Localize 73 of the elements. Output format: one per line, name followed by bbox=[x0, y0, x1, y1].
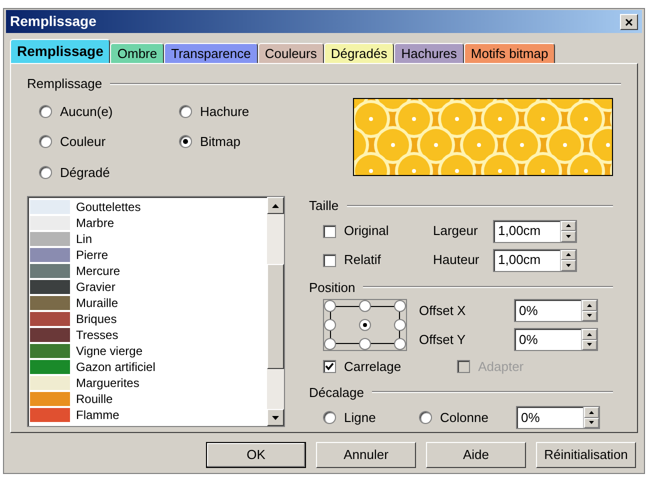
spin-down-icon[interactable] bbox=[582, 310, 597, 321]
group-title: Taille bbox=[309, 197, 339, 215]
list-item[interactable]: Muraille bbox=[30, 295, 267, 311]
spin-field[interactable]: 0% bbox=[514, 328, 598, 351]
list-item[interactable]: Vigne vierge bbox=[30, 343, 267, 359]
tab[interactable]: Dégradés bbox=[324, 43, 394, 63]
dialog-button[interactable]: Aide bbox=[426, 442, 526, 468]
list-item[interactable]: Marguerites bbox=[30, 375, 267, 391]
tab[interactable]: Couleurs bbox=[258, 43, 324, 63]
radio-option[interactable]: Couleur bbox=[39, 132, 179, 152]
list-item[interactable]: Tresses bbox=[30, 327, 267, 343]
tab[interactable]: Ombre bbox=[110, 43, 164, 63]
close-button[interactable]: × bbox=[620, 14, 638, 30]
list-item[interactable]: Mercure bbox=[30, 263, 267, 279]
list-item[interactable]: Gouttelettes bbox=[30, 199, 267, 215]
spin-down-icon[interactable] bbox=[561, 231, 576, 242]
checkbox-option[interactable]: Original bbox=[323, 221, 433, 241]
anchor-radio-icon[interactable] bbox=[324, 338, 336, 350]
field-label: Offset Y bbox=[419, 330, 466, 349]
spin-field[interactable]: 0% bbox=[516, 406, 600, 429]
radio-option[interactable]: Bitmap bbox=[179, 132, 299, 152]
tab[interactable]: Transparence bbox=[164, 43, 258, 63]
dialog-button[interactable]: OK bbox=[206, 442, 306, 468]
scroll-up-icon[interactable] bbox=[267, 197, 284, 214]
anchor-radio-icon[interactable] bbox=[324, 318, 336, 331]
list-item[interactable]: Gazon artificiel bbox=[30, 359, 267, 375]
group-title: Position bbox=[309, 278, 356, 296]
list-item[interactable]: Lin bbox=[30, 231, 267, 247]
spin-down-icon[interactable] bbox=[582, 340, 597, 350]
spin-up-icon[interactable] bbox=[561, 250, 576, 260]
list-item[interactable]: Pierre bbox=[30, 247, 267, 263]
field-label: Largeur bbox=[433, 222, 479, 240]
anchor-radio-icon[interactable] bbox=[358, 338, 371, 350]
spin-up-icon[interactable] bbox=[582, 300, 597, 310]
spin-up-icon[interactable] bbox=[561, 220, 576, 231]
anchor-radio-icon[interactable] bbox=[394, 338, 406, 350]
anchor-radio-icon[interactable] bbox=[358, 300, 371, 312]
list-item[interactable]: Marbre bbox=[30, 215, 267, 231]
checkbox-option[interactable]: Carrelage bbox=[323, 357, 402, 376]
tab[interactable]: Remplissage bbox=[10, 39, 110, 63]
list-item[interactable]: Flamme bbox=[30, 407, 267, 423]
field-label: Offset X bbox=[419, 302, 467, 320]
list-item[interactable]: Rouille bbox=[30, 391, 267, 407]
scroll-down-icon[interactable] bbox=[267, 409, 284, 426]
radio-option[interactable]: Ligne bbox=[323, 408, 419, 428]
spin-field[interactable]: 1,00cm bbox=[493, 248, 577, 272]
group-title: Décalage bbox=[309, 384, 364, 402]
scroll-thumb[interactable] bbox=[267, 264, 284, 369]
scrollbar[interactable] bbox=[267, 197, 284, 426]
radio-option[interactable]: Colonne bbox=[419, 408, 516, 428]
tab[interactable]: Motifs bitmap bbox=[464, 43, 556, 63]
anchor-radio-icon[interactable] bbox=[324, 300, 336, 312]
list-item[interactable]: Gravier bbox=[30, 279, 267, 295]
field-label: Hauteur bbox=[433, 251, 480, 270]
radio-option[interactable]: Hachure bbox=[179, 102, 299, 121]
list-item[interactable]: Briques bbox=[30, 311, 267, 327]
tab[interactable]: Hachures bbox=[394, 43, 464, 63]
spin-down-icon[interactable] bbox=[584, 418, 599, 428]
anchor-radio-icon[interactable] bbox=[394, 300, 406, 312]
checkbox-option[interactable]: Relatif bbox=[323, 250, 433, 270]
spin-field[interactable]: 1,00cm bbox=[493, 220, 577, 242]
spin-field[interactable]: 0% bbox=[514, 299, 598, 322]
radio-option[interactable]: Aucun(e) bbox=[39, 102, 179, 121]
radio-option[interactable]: Dégradé bbox=[39, 162, 179, 182]
spin-up-icon[interactable] bbox=[584, 407, 599, 418]
anchor-radio-icon[interactable] bbox=[394, 318, 406, 331]
anchor-radio-icon[interactable] bbox=[358, 318, 371, 331]
dialog-button[interactable]: Réinitialisation bbox=[536, 442, 636, 468]
spin-up-icon[interactable] bbox=[582, 329, 597, 340]
dialog-button[interactable]: Annuler bbox=[316, 442, 416, 468]
window-title: Remplissage bbox=[10, 12, 96, 31]
spin-down-icon[interactable] bbox=[561, 260, 576, 270]
group-title: Remplissage bbox=[27, 75, 102, 93]
